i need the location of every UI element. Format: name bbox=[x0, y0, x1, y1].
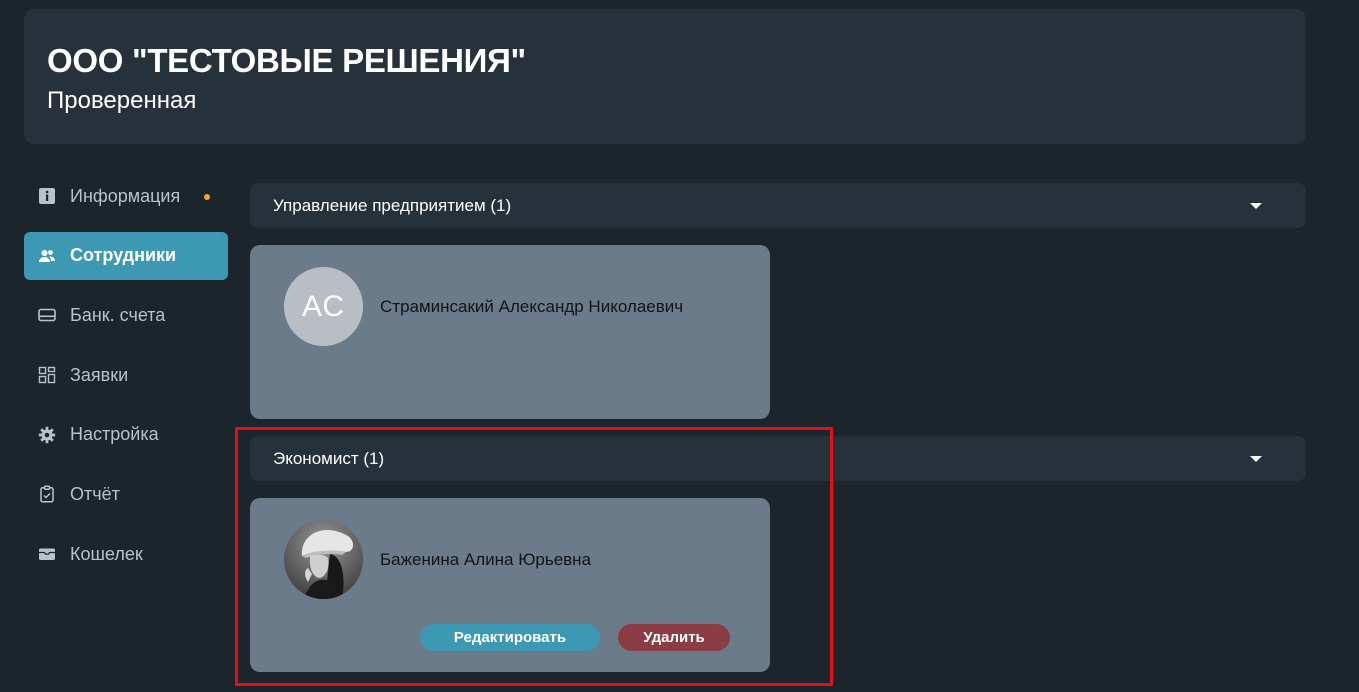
company-header: ООО "ТЕСТОВЫЕ РЕШЕНИЯ" Проверенная bbox=[24, 9, 1306, 144]
section-header-management[interactable]: Управление предприятием (1) bbox=[250, 183, 1306, 228]
sidebar-item-settings[interactable]: Настройка bbox=[24, 411, 228, 459]
avatar: АС bbox=[284, 267, 363, 346]
sidebar-item-label: Банк. счета bbox=[70, 304, 166, 325]
sidebar-item-requests[interactable]: Заявки bbox=[24, 351, 228, 399]
chevron-down-icon bbox=[1250, 203, 1262, 209]
info-icon bbox=[38, 187, 56, 205]
clipboard-icon bbox=[38, 485, 56, 503]
sidebar-item-label: Заявки bbox=[70, 364, 129, 385]
employee-name: Страминсакий Александр Николаевич bbox=[380, 297, 684, 316]
section-header-economist[interactable]: Экономист (1) bbox=[250, 436, 1306, 481]
notification-dot bbox=[204, 194, 210, 200]
company-name: ООО "ТЕСТОВЫЕ РЕШЕНИЯ" bbox=[47, 42, 526, 79]
sidebar-item-label: Информация bbox=[70, 185, 181, 206]
wallet-icon bbox=[38, 545, 56, 563]
section-title: Экономист (1) bbox=[273, 448, 385, 468]
sidebar-item-bank-accounts[interactable]: Банк. счета bbox=[24, 291, 228, 339]
card-icon bbox=[38, 306, 56, 324]
employee-card[interactable]: АС Страминсакий Александр Николаевич bbox=[250, 245, 770, 419]
avatar-photo bbox=[284, 520, 363, 599]
sidebar-item-employees[interactable]: Сотрудники bbox=[24, 231, 228, 280]
chevron-down-icon bbox=[1250, 456, 1262, 462]
users-icon bbox=[38, 247, 56, 265]
edit-button[interactable]: Редактировать bbox=[420, 624, 600, 651]
sidebar-item-info[interactable]: Информация bbox=[24, 172, 228, 220]
grid-icon bbox=[38, 366, 56, 384]
employee-name: Баженина Алина Юрьевна bbox=[380, 550, 592, 569]
sidebar-item-label: Кошелек bbox=[70, 543, 143, 564]
sidebar-item-wallet[interactable]: Кошелек bbox=[24, 530, 228, 578]
delete-button[interactable]: Удалить bbox=[618, 624, 730, 651]
section-title: Управление предприятием (1) bbox=[273, 195, 512, 215]
company-status: Проверенная bbox=[47, 87, 197, 114]
sidebar-item-label: Сотрудники bbox=[70, 245, 177, 266]
sidebar: Информация Сотрудники Банк. счета Заявки… bbox=[24, 172, 228, 590]
employee-card[interactable]: Баженина Алина Юрьевна Редактировать Уда… bbox=[250, 498, 770, 672]
sidebar-item-label: Настройка bbox=[70, 424, 159, 445]
sidebar-item-label: Отчёт bbox=[70, 483, 120, 504]
sidebar-item-report[interactable]: Отчёт bbox=[24, 470, 228, 518]
gear-icon bbox=[38, 426, 56, 444]
